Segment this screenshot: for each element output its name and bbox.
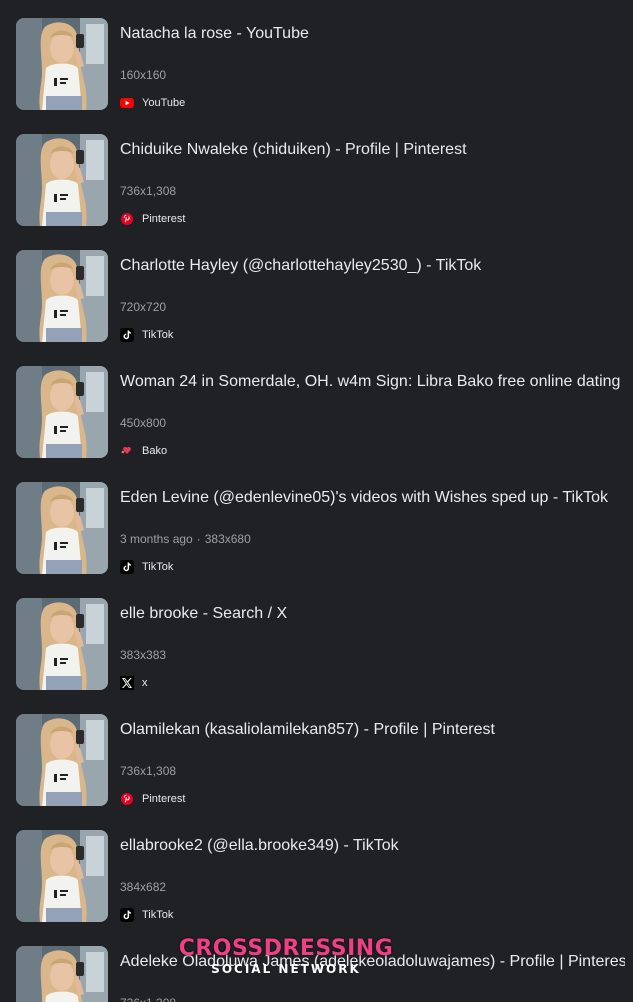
tiktok-icon xyxy=(120,908,134,922)
result-thumbnail[interactable] xyxy=(16,18,108,110)
result-dimensions: 736x1,308 xyxy=(120,184,177,198)
result-item[interactable]: ellabrooke2 (@ella.brooke349) - TikTok 38… xyxy=(0,830,633,930)
result-source-name: TikTok xyxy=(142,561,174,573)
result-title[interactable]: Olamilekan (kasaliolamilekan857) - Profi… xyxy=(120,720,625,740)
pinterest-icon xyxy=(120,792,134,806)
image-results-list: Natacha la rose - YouTube 160x160 YouTube C… xyxy=(0,0,633,1002)
result-thumbnail[interactable] xyxy=(16,830,108,922)
result-dimensions: 736x1,308 xyxy=(120,764,177,778)
result-item[interactable]: elle brooke - Search / X 383x383 x xyxy=(0,598,633,698)
result-item[interactable]: Chiduike Nwaleke (chiduiken) - Profile |… xyxy=(0,134,633,234)
result-title[interactable]: Woman 24 in Somerdale, OH. w4m Sign: Lib… xyxy=(120,372,625,392)
result-meta: 3 months ago · 383x680 xyxy=(120,532,251,546)
result-meta: 450x800 xyxy=(120,416,166,430)
result-item[interactable]: Charlotte Hayley (@charlottehayley2530_)… xyxy=(0,250,633,350)
result-title[interactable]: Chiduike Nwaleke (chiduiken) - Profile |… xyxy=(120,140,625,160)
result-age: 3 months ago xyxy=(120,532,193,546)
result-dimensions: 383x680 xyxy=(204,532,251,546)
x-icon xyxy=(120,676,134,690)
result-dimensions: 384x682 xyxy=(120,880,167,894)
result-dimensions: 736x1,308 xyxy=(120,996,176,1002)
result-source[interactable]: x xyxy=(120,675,148,691)
result-source-name: TikTok xyxy=(142,909,174,921)
bako-icon xyxy=(120,444,134,458)
result-source[interactable]: Bako xyxy=(120,443,167,459)
result-dimensions: 450x800 xyxy=(120,416,167,430)
tiktok-icon xyxy=(120,560,134,574)
result-dimensions: 720x720 xyxy=(120,300,167,314)
result-source[interactable]: TikTok xyxy=(120,907,173,923)
result-source[interactable]: TikTok xyxy=(120,559,173,575)
result-item[interactable]: Olamilekan (kasaliolamilekan857) - Profi… xyxy=(0,714,633,814)
result-title[interactable]: elle brooke - Search / X xyxy=(120,604,625,624)
result-source[interactable]: TikTok xyxy=(120,327,173,343)
result-title[interactable]: Adeleke Oladoluwa James (adelekeoladoluw… xyxy=(120,952,625,972)
result-item[interactable]: Eden Levine (@edenlevine05)'s videos wit… xyxy=(0,482,633,582)
result-source-name: YouTube xyxy=(142,97,186,109)
result-thumbnail[interactable] xyxy=(16,250,108,342)
result-title[interactable]: Natacha la rose - YouTube xyxy=(120,24,625,44)
result-source-name: Pinterest xyxy=(142,793,186,805)
result-title[interactable]: Charlotte Hayley (@charlottehayley2530_)… xyxy=(120,256,625,276)
result-source-name: x xyxy=(142,677,148,689)
result-thumbnail[interactable] xyxy=(16,946,108,1002)
result-meta: 720x720 xyxy=(120,300,166,314)
result-title[interactable]: Eden Levine (@edenlevine05)'s videos wit… xyxy=(120,488,625,508)
result-meta: 384x682 xyxy=(120,880,166,894)
youtube-icon xyxy=(120,96,134,110)
result-meta: 736x1,308 xyxy=(120,996,176,1002)
result-source[interactable]: Pinterest xyxy=(120,791,185,807)
result-dimensions: 160x160 xyxy=(120,68,167,82)
meta-separator: · xyxy=(196,532,201,546)
result-source[interactable]: YouTube xyxy=(120,95,185,111)
result-thumbnail[interactable] xyxy=(16,714,108,806)
result-meta: 736x1,308 xyxy=(120,184,176,198)
result-title[interactable]: ellabrooke2 (@ella.brooke349) - TikTok xyxy=(120,836,625,856)
tiktok-icon xyxy=(120,328,134,342)
result-thumbnail[interactable] xyxy=(16,482,108,574)
result-thumbnail[interactable] xyxy=(16,366,108,458)
result-meta: 736x1,308 xyxy=(120,764,176,778)
result-meta: 160x160 xyxy=(120,68,166,82)
result-source-name: Pinterest xyxy=(142,213,186,225)
result-item[interactable]: Natacha la rose - YouTube 160x160 YouTube xyxy=(0,18,633,118)
result-dimensions: 383x383 xyxy=(120,648,167,662)
result-meta: 383x383 xyxy=(120,648,166,662)
result-source-name: Bako xyxy=(142,445,168,457)
result-source-name: TikTok xyxy=(142,329,174,341)
result-source[interactable]: Pinterest xyxy=(120,211,185,227)
pinterest-icon xyxy=(120,212,134,226)
result-thumbnail[interactable] xyxy=(16,134,108,226)
result-item[interactable]: Adeleke Oladoluwa James (adelekeoladoluw… xyxy=(0,946,633,1002)
result-item[interactable]: Woman 24 in Somerdale, OH. w4m Sign: Lib… xyxy=(0,366,633,466)
result-thumbnail[interactable] xyxy=(16,598,108,690)
